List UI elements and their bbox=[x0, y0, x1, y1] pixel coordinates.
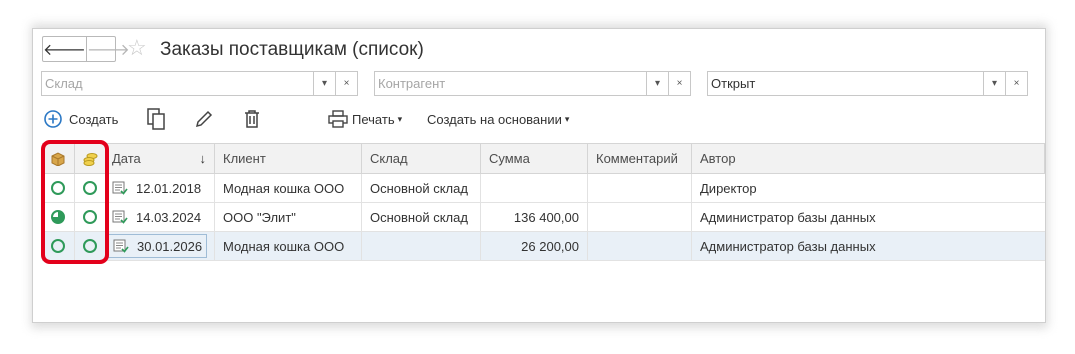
sum-cell bbox=[481, 174, 588, 202]
forward-arrow-icon[interactable]: 🡒 bbox=[87, 37, 130, 61]
print-button[interactable]: Печать ▾ bbox=[327, 107, 402, 131]
list-window: 🡐 🡒 ☆ Заказы поставщикам (список) Склад … bbox=[32, 28, 1046, 323]
comment-cell bbox=[588, 203, 692, 231]
chevron-down-icon[interactable]: ▾ bbox=[646, 72, 668, 95]
favorite-star-icon[interactable]: ☆ bbox=[127, 35, 147, 61]
order-date: 12.01.2018 bbox=[136, 180, 202, 196]
copy-button[interactable] bbox=[146, 107, 166, 131]
header-client[interactable]: Клиент bbox=[215, 144, 362, 173]
document-posted-icon bbox=[112, 210, 128, 224]
date-cell: 14.03.2024 bbox=[106, 203, 215, 231]
chevron-down-icon: ▾ bbox=[564, 113, 570, 124]
status-filter[interactable]: Открыт ▾ × bbox=[707, 71, 1028, 96]
plus-circle-icon bbox=[44, 110, 62, 128]
back-arrow-icon[interactable]: 🡐 bbox=[43, 37, 87, 61]
table-row[interactable]: 12.01.2018 Модная кошка ООО Основной скл… bbox=[42, 174, 1045, 203]
clear-icon[interactable]: × bbox=[668, 72, 690, 95]
sum-cell: 136 400,00 bbox=[481, 203, 588, 231]
navigation-buttons: 🡐 🡒 bbox=[42, 36, 130, 62]
comment-cell bbox=[588, 232, 692, 260]
order-date: 30.01.2026 bbox=[137, 238, 203, 254]
document-posted-icon bbox=[113, 239, 129, 253]
author-cell: Администратор базы данных bbox=[700, 209, 876, 225]
pencil-icon bbox=[195, 110, 213, 128]
header-author[interactable]: Автор bbox=[692, 144, 1045, 173]
table-header: Дата ↓ Клиент Склад Сумма Комментарий Ав… bbox=[42, 143, 1045, 174]
create-button[interactable]: Создать bbox=[44, 107, 118, 131]
counterparty-filter[interactable]: Контрагент ▾ × bbox=[374, 71, 691, 96]
warehouse-cell: Основной склад bbox=[362, 203, 481, 231]
document-posted-icon bbox=[112, 181, 128, 195]
create-button-label: Создать bbox=[69, 111, 119, 127]
clear-icon[interactable]: × bbox=[1005, 72, 1027, 95]
highlight-annotation bbox=[41, 140, 109, 264]
sum-cell: 26 200,00 bbox=[481, 232, 588, 260]
order-date: 14.03.2024 bbox=[136, 209, 202, 225]
warehouse-filter-input[interactable]: Склад bbox=[42, 72, 313, 95]
trash-icon bbox=[245, 110, 259, 128]
header-sum[interactable]: Сумма bbox=[481, 144, 588, 173]
delete-button[interactable] bbox=[243, 107, 261, 131]
header-date-label: Дата bbox=[112, 151, 141, 166]
chevron-down-icon[interactable]: ▾ bbox=[983, 72, 1005, 95]
chevron-down-icon[interactable]: ▾ bbox=[313, 72, 335, 95]
create-based-on-button[interactable]: Создать на основании ▾ bbox=[427, 107, 569, 131]
focused-cell[interactable]: 30.01.2026 bbox=[108, 234, 208, 258]
counterparty-filter-input[interactable]: Контрагент bbox=[375, 72, 646, 95]
header-warehouse[interactable]: Склад bbox=[362, 144, 481, 173]
author-cell: Директор bbox=[700, 180, 757, 196]
edit-button[interactable] bbox=[194, 107, 214, 131]
status-filter-input[interactable]: Открыт bbox=[708, 72, 983, 95]
warehouse-filter[interactable]: Склад ▾ × bbox=[41, 71, 358, 96]
copy-icon bbox=[147, 108, 165, 130]
clear-icon[interactable]: × bbox=[335, 72, 357, 95]
toolbar: Создать Печать ▾ Создать на основании ▾ bbox=[33, 103, 1045, 133]
header-comment[interactable]: Комментарий bbox=[588, 144, 692, 173]
comment-cell bbox=[588, 174, 692, 202]
table-row-selected[interactable]: 30.01.2026 Модная кошка ООО 26 200,00 Ад… bbox=[42, 232, 1045, 261]
warehouse-cell bbox=[362, 232, 481, 260]
chevron-down-icon: ▾ bbox=[397, 113, 403, 124]
date-cell: 30.01.2026 bbox=[106, 232, 215, 260]
orders-table: Дата ↓ Клиент Склад Сумма Комментарий Ав… bbox=[42, 143, 1045, 261]
sort-down-icon: ↓ bbox=[199, 151, 207, 166]
client-cell: Модная кошка ООО bbox=[215, 174, 362, 202]
author-cell: Администратор базы данных bbox=[700, 238, 876, 254]
table-row[interactable]: 14.03.2024 ООО "Элит" Основной склад 136… bbox=[42, 203, 1045, 232]
page-title: Заказы поставщикам (список) bbox=[160, 39, 424, 60]
date-cell: 12.01.2018 bbox=[106, 174, 215, 202]
client-cell: Модная кошка ООО bbox=[215, 232, 362, 260]
create-based-on-label: Создать на основании bbox=[427, 111, 562, 127]
client-cell: ООО "Элит" bbox=[215, 203, 362, 231]
warehouse-cell: Основной склад bbox=[362, 174, 481, 202]
print-button-label: Печать bbox=[352, 111, 395, 127]
printer-icon bbox=[328, 110, 348, 128]
header-date[interactable]: Дата ↓ bbox=[106, 144, 215, 173]
